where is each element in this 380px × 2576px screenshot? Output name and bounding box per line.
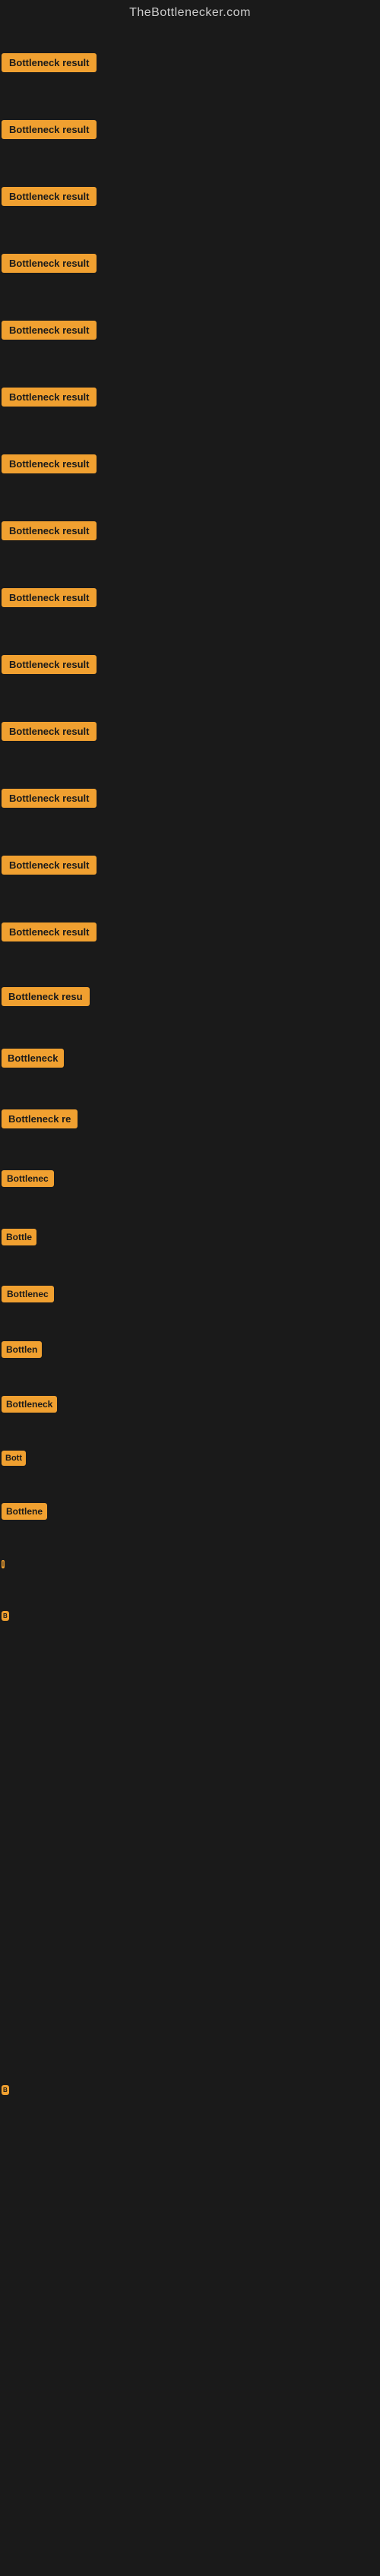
badge-2[interactable]: Bottleneck result xyxy=(2,120,97,139)
badge-9[interactable]: Bottleneck result xyxy=(2,588,97,607)
badge-row-17: Bottleneck re xyxy=(0,1088,380,1149)
badge-5[interactable]: Bottleneck result xyxy=(2,321,97,340)
badge-17[interactable]: Bottleneck re xyxy=(2,1109,78,1128)
badge-row-11: Bottleneck result xyxy=(0,698,380,764)
badge-row-6: Bottleneck result xyxy=(0,363,380,430)
badge-row-4: Bottleneck result xyxy=(0,229,380,296)
badge-14[interactable]: Bottleneck result xyxy=(2,922,97,941)
badge-7[interactable]: Bottleneck result xyxy=(2,454,97,473)
badge-row-9: Bottleneck result xyxy=(0,564,380,631)
badge-list: Bottleneck result Bottleneck result Bottle… xyxy=(0,29,380,1641)
badge-row-5: Bottleneck result xyxy=(0,296,380,363)
badge-16[interactable]: Bottleneck xyxy=(2,1049,64,1068)
badge-19[interactable]: Bottle xyxy=(2,1229,36,1245)
badge-row-8: Bottleneck result xyxy=(0,497,380,564)
badge-row-13: Bottleneck result xyxy=(0,831,380,898)
site-title: TheBottlenecker.com xyxy=(0,0,380,29)
badge-6[interactable]: Bottleneck result xyxy=(2,388,97,407)
badge-row-3: Bottleneck result xyxy=(0,163,380,229)
badge-row-14: Bottleneck result xyxy=(0,898,380,965)
badge-row-1: Bottleneck result xyxy=(0,29,380,96)
badge-row-2: Bottleneck result xyxy=(0,96,380,163)
badge-12[interactable]: Bottleneck result xyxy=(2,789,97,808)
badge-10[interactable]: Bottleneck result xyxy=(2,655,97,674)
badge-row-12: Bottleneck result xyxy=(0,764,380,831)
badge-22[interactable]: Bottleneck xyxy=(2,1396,57,1413)
badge-row-7: Bottleneck result xyxy=(0,430,380,497)
badge-13[interactable]: Bottleneck result xyxy=(2,856,97,875)
badge-8[interactable]: Bottleneck result xyxy=(2,521,97,540)
badge-1[interactable]: Bottleneck result xyxy=(2,53,97,72)
badge-26[interactable]: B xyxy=(2,1611,9,1621)
bottom-spacer xyxy=(0,2120,380,2576)
badge-row-23: Bott xyxy=(0,1432,380,1485)
badge-row-16: Bottleneck xyxy=(0,1027,380,1088)
badge-15[interactable]: Bottleneck resu xyxy=(2,987,90,1006)
spacer-2 xyxy=(0,1793,380,1945)
badge-24[interactable]: Bottlene xyxy=(2,1503,47,1520)
badge-23[interactable]: Bott xyxy=(2,1451,26,1466)
badge-11[interactable]: Bottleneck result xyxy=(2,722,97,741)
badge-row-21: Bottlen xyxy=(0,1322,380,1377)
badge-20[interactable]: Bottlenec xyxy=(2,1286,54,1302)
badge-row-10: Bottleneck result xyxy=(0,631,380,698)
spacer-1 xyxy=(0,1641,380,1793)
spacer-3 xyxy=(0,1945,380,2059)
badge-final[interactable]: B xyxy=(2,2085,9,2095)
row-final: B xyxy=(0,2059,380,2120)
badge-row-22: Bottleneck xyxy=(0,1377,380,1432)
badge-row-20: Bottlenec xyxy=(0,1265,380,1322)
badge-3[interactable]: Bottleneck result xyxy=(2,187,97,206)
badge-row-15: Bottleneck resu xyxy=(0,965,380,1027)
badge-25[interactable]: | xyxy=(2,1560,5,1568)
badge-18[interactable]: Bottlenec xyxy=(2,1170,54,1187)
badge-row-25: | xyxy=(0,1538,380,1590)
badge-row-18: Bottlenec xyxy=(0,1149,380,1208)
badge-4[interactable]: Bottleneck result xyxy=(2,254,97,273)
badge-21[interactable]: Bottlen xyxy=(2,1341,42,1358)
site-header: TheBottlenecker.com xyxy=(0,0,380,29)
badge-row-26: B xyxy=(0,1590,380,1641)
badge-row-24: Bottlene xyxy=(0,1485,380,1538)
badge-row-19: Bottle xyxy=(0,1208,380,1265)
